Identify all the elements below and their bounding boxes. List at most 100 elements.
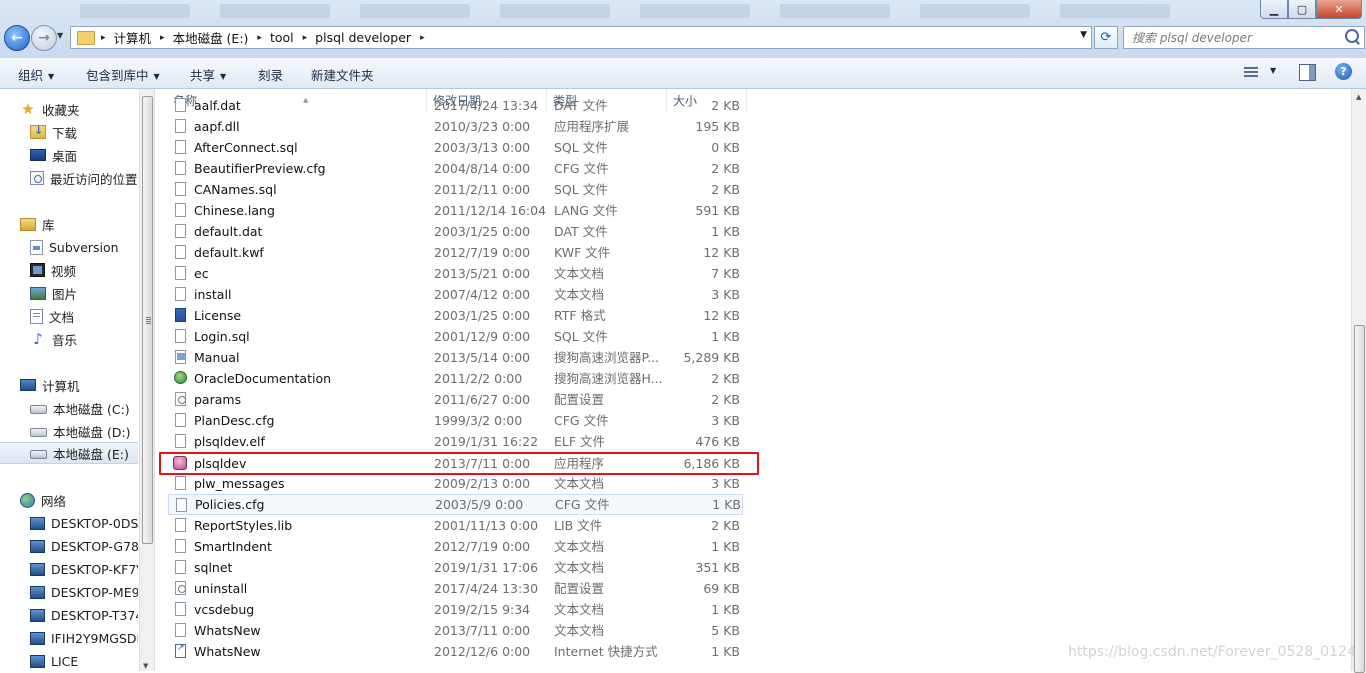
- table-row[interactable]: WhatsNew 2013/7/11 0:00 文本文档 5 KB: [167, 620, 745, 641]
- help-icon[interactable]: ?: [1335, 63, 1352, 80]
- sidebar-item-network-pc[interactable]: DESKTOP-0DSI: [30, 512, 138, 534]
- table-row[interactable]: vcsdebug 2019/2/15 9:34 文本文档 1 KB: [167, 599, 745, 620]
- navigation-scrollbar[interactable]: ▼: [139, 89, 155, 671]
- table-row[interactable]: params 2011/6/27 0:00 配置设置 2 KB: [167, 389, 745, 410]
- sidebar-item-drive-d[interactable]: 本地磁盘 (D:): [30, 420, 138, 442]
- file-size: 12 KB: [703, 308, 740, 323]
- chevron-right-icon[interactable]: ▸: [160, 33, 165, 43]
- sidebar-item-drive-c[interactable]: 本地磁盘 (C:): [30, 397, 138, 419]
- table-row[interactable]: uninstall 2017/4/24 13:30 配置设置 69 KB: [167, 578, 745, 599]
- library-icon: [20, 217, 36, 231]
- file-file-icon: [175, 560, 186, 574]
- sidebar-item-subversion[interactable]: Subversion: [30, 236, 138, 258]
- scrollbar-thumb[interactable]: [1354, 325, 1365, 673]
- table-row[interactable]: PlanDesc.cfg 1999/3/2 0:00 CFG 文件 3 KB: [167, 410, 745, 431]
- window-controls: ▁ ▢ ✕: [1260, 0, 1362, 19]
- scrollbar-thumb[interactable]: [142, 96, 153, 544]
- sidebar-item-network-pc[interactable]: DESKTOP-ME9: [30, 581, 138, 603]
- scroll-up-arrow-icon[interactable]: ▲: [1356, 93, 1361, 101]
- search-icon[interactable]: [1345, 29, 1359, 43]
- table-row[interactable]: aalf.dat 2017/4/24 13:34 DAT 文件 2 KB: [167, 95, 745, 116]
- desktop-icon: [30, 149, 46, 161]
- file-name: Policies.cfg: [195, 497, 265, 512]
- scroll-down-arrow-icon[interactable]: ▼: [143, 662, 148, 670]
- sidebar-item-videos[interactable]: 视频: [30, 259, 138, 281]
- table-row[interactable]: aapf.dll 2010/3/23 0:00 应用程序扩展 195 KB: [167, 116, 745, 137]
- chevron-right-icon[interactable]: ▸: [257, 33, 262, 43]
- file-type: 配置设置: [554, 581, 605, 596]
- table-row[interactable]: Chinese.lang 2011/12/14 16:04 LANG 文件 591 K…: [167, 200, 745, 221]
- sidebar-item-recent-places[interactable]: 最近访问的位置: [30, 167, 138, 189]
- organize-menu[interactable]: 组织 ▼: [18, 65, 54, 84]
- table-row[interactable]: Policies.cfg 2003/5/9 0:00 CFG 文件 1 KB: [168, 494, 743, 515]
- view-options-icon[interactable]: [1244, 67, 1258, 78]
- sidebar-item-documents[interactable]: 文档: [30, 305, 138, 327]
- table-row[interactable]: SmartIndent 2012/7/19 0:00 文本文档 1 KB: [167, 536, 745, 557]
- include-in-library-menu[interactable]: 包含到库中 ▼: [86, 65, 160, 84]
- new-folder-button[interactable]: 新建文件夹: [311, 65, 374, 84]
- file-date: 2004/8/14 0:00: [434, 161, 531, 176]
- file-row-highlighted[interactable]: plsqldev 2013/7/11 0:00 应用程序 6,186 KB: [159, 452, 759, 475]
- breadcrumb-computer[interactable]: 计算机: [114, 28, 152, 47]
- sidebar-item-network-pc[interactable]: LICE: [30, 650, 138, 671]
- breadcrumb-drive-e[interactable]: 本地磁盘 (E:): [173, 28, 249, 47]
- chevron-right-icon[interactable]: ▸: [101, 33, 106, 43]
- table-row[interactable]: CANames.sql 2011/2/11 0:00 SQL 文件 2 KB: [167, 179, 745, 200]
- chevron-down-icon[interactable]: ▼: [1270, 66, 1276, 75]
- breadcrumb-tool[interactable]: tool: [270, 30, 294, 45]
- sidebar-item-downloads[interactable]: 下载: [30, 121, 138, 143]
- sidebar-item-desktop[interactable]: 桌面: [30, 144, 138, 166]
- sidebar-item-network[interactable]: 网络: [20, 489, 138, 511]
- refresh-button[interactable]: ⟳: [1094, 26, 1118, 49]
- address-bar[interactable]: ▸ 计算机 ▸ 本地磁盘 (E:) ▸ tool ▸ plsql develop…: [70, 26, 1092, 49]
- file-file-icon: [176, 498, 187, 512]
- sidebar-item-network-pc[interactable]: DESKTOP-T374: [30, 604, 138, 626]
- sidebar-item-label: 音乐: [52, 332, 78, 348]
- burn-button[interactable]: 刻录: [258, 65, 283, 84]
- table-row[interactable]: WhatsNew2012/12/6 0:00Internet 快捷方式1 KB: [167, 641, 745, 662]
- back-button[interactable]: ←: [4, 25, 30, 51]
- maximize-button[interactable]: ▢: [1288, 0, 1316, 19]
- breadcrumb-plsql-developer[interactable]: plsql developer: [315, 30, 411, 45]
- chevron-right-icon[interactable]: ▸: [303, 33, 308, 43]
- sidebar-item-label: 网络: [41, 493, 67, 509]
- table-row[interactable]: AfterConnect.sql 2003/3/13 0:00 SQL 文件 0 KB: [167, 137, 745, 158]
- sidebar-item-pictures[interactable]: 图片: [30, 282, 138, 304]
- table-row[interactable]: sqlnet 2019/1/31 17:06 文本文档 351 KB: [167, 557, 745, 578]
- preview-pane-icon[interactable]: [1299, 64, 1316, 81]
- sidebar-item-favorites[interactable]: ★ 收藏夹: [20, 98, 138, 120]
- table-row[interactable]: Manual 2013/5/14 0:00 搜狗高速浏览器P... 5,289 KB: [167, 347, 745, 368]
- forward-button[interactable]: →: [31, 25, 57, 51]
- table-row[interactable]: Login.sql 2001/12/9 0:00 SQL 文件 1 KB: [167, 326, 745, 347]
- file-date: 2019/1/31 17:06: [434, 560, 539, 575]
- file-type: 文本文档: [554, 539, 605, 554]
- sidebar-item-computer[interactable]: 计算机: [20, 374, 138, 396]
- share-menu[interactable]: 共享 ▼: [190, 65, 226, 84]
- sidebar-item-libraries[interactable]: 库: [20, 213, 138, 235]
- table-row[interactable]: default.kwf 2012/7/19 0:00 KWF 文件 12 KB: [167, 242, 745, 263]
- sidebar-item-network-pc[interactable]: DESKTOP-KF7V: [30, 558, 138, 580]
- file-type: 应用程序扩展: [554, 119, 630, 134]
- search-input[interactable]: [1130, 29, 1344, 46]
- table-row[interactable]: OracleDocumentation 2011/2/2 0:00 搜狗高速浏览器H…: [167, 368, 745, 389]
- taskbar-ghost-strip: [70, 0, 1260, 22]
- recent-pages-dropdown[interactable]: ▼: [57, 31, 63, 40]
- file-list-scrollbar[interactable]: ▲: [1351, 89, 1366, 673]
- sidebar-item-network-pc[interactable]: DESKTOP-G78I: [30, 535, 138, 557]
- table-row[interactable]: install 2007/4/12 0:00 文本文档 3 KB: [167, 284, 745, 305]
- table-row[interactable]: ReportStyles.lib 2001/11/13 0:00 LIB 文件 2 K…: [167, 515, 745, 536]
- table-row[interactable]: plsqldev.elf 2019/1/31 16:22 ELF 文件 476 KB: [167, 431, 745, 452]
- file-date: 2019/2/15 9:34: [434, 602, 531, 617]
- sidebar-item-music[interactable]: ♪ 音乐: [30, 328, 138, 350]
- chevron-right-icon[interactable]: ▸: [420, 33, 425, 43]
- table-row[interactable]: plw_messages 2009/2/13 0:00 文本文档 3 KB: [167, 473, 745, 494]
- close-button[interactable]: ✕: [1316, 0, 1362, 19]
- table-row[interactable]: License 2003/1/25 0:00 RTF 格式 12 KB: [167, 305, 745, 326]
- table-row[interactable]: default.dat 2003/1/25 0:00 DAT 文件 1 KB: [167, 221, 745, 242]
- address-history-dropdown[interactable]: ▼: [1080, 30, 1087, 40]
- table-row[interactable]: ec 2013/5/21 0:00 文本文档 7 KB: [167, 263, 745, 284]
- minimize-button[interactable]: ▁: [1260, 0, 1288, 19]
- sidebar-item-drive-e[interactable]: 本地磁盘 (E:): [0, 442, 138, 464]
- sidebar-item-network-pc[interactable]: IFIH2Y9MGSDE: [30, 627, 138, 649]
- table-row[interactable]: BeautifierPreview.cfg 2004/8/14 0:00 CFG 文…: [167, 158, 745, 179]
